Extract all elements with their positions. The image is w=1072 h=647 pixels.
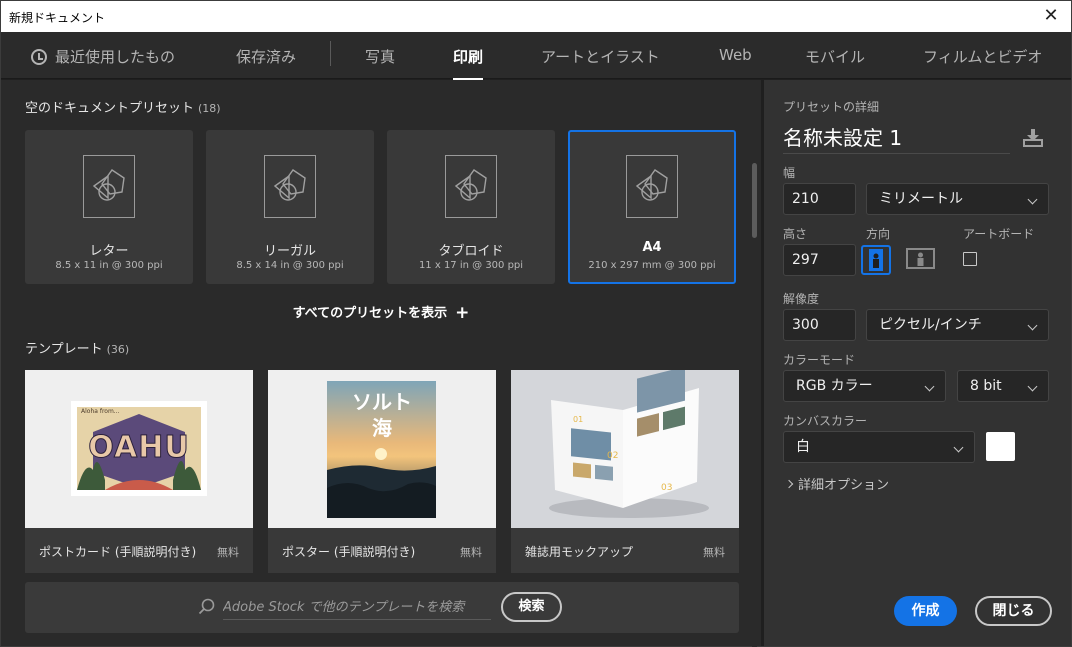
resolution-label: 解像度 <box>783 292 820 306</box>
width-label: 幅 <box>783 166 796 180</box>
portrait-orientation-button[interactable] <box>861 245 891 275</box>
stock-search-bar: 検索 <box>25 582 739 633</box>
postcard-title-text: OAHU <box>88 430 190 466</box>
canvas-color-select[interactable]: 白 <box>783 431 975 463</box>
resolution-input[interactable]: 300 <box>783 309 856 341</box>
template-thumbnail: 02 03 01 <box>511 370 739 528</box>
height-input[interactable]: 297 <box>783 244 856 276</box>
magazine-image: 02 03 01 <box>511 370 739 528</box>
artboard-checkbox[interactable] <box>963 252 977 266</box>
document-icon <box>83 155 135 218</box>
width-unit-select[interactable]: ミリメートル <box>866 183 1049 215</box>
svg-text:01: 01 <box>573 415 583 424</box>
preset-tabloid[interactable]: タブロイド 11 x 17 in @ 300 ppi <box>387 130 555 284</box>
tab-recent[interactable]: 最近使用したもの <box>31 46 175 67</box>
poster-title-text: ソルト <box>352 390 412 414</box>
document-icon <box>626 155 678 218</box>
svg-text:02: 02 <box>607 451 618 461</box>
document-name-field[interactable]: 名称未設定 1 <box>783 122 1010 154</box>
stock-search-input[interactable] <box>223 596 491 620</box>
preset-details-header: プリセットの詳細 <box>783 100 880 114</box>
presets-section-title: 空のドキュメントプリセット (18) <box>25 101 221 116</box>
artboard-label: アートボード <box>963 227 1035 241</box>
svg-text:03: 03 <box>661 483 672 493</box>
tab-web[interactable]: Web <box>719 46 752 64</box>
free-badge: 無料 <box>460 546 482 559</box>
bit-depth-select[interactable]: 8 bit <box>957 370 1049 402</box>
free-badge: 無料 <box>703 546 725 559</box>
chevron-down-icon <box>1027 381 1038 392</box>
template-thumbnail: ソルト 海 <box>268 370 496 528</box>
new-document-dialog: 新規ドキュメント ✕ 最近使用したもの 保存済み 写真 印刷 アートとイラスト … <box>0 0 1072 647</box>
canvas-color-swatch[interactable] <box>986 432 1015 461</box>
close-button[interactable]: 閉じる <box>975 596 1052 626</box>
color-mode-select[interactable]: RGB カラー <box>783 370 946 402</box>
poster-subtitle-text: 海 <box>372 416 392 440</box>
main-content: 空のドキュメントプリセット (18) レター 8.5 x 11 in @ 300 … <box>1 80 761 647</box>
canvas-color-label: カンバスカラー <box>783 414 868 428</box>
orientation-label: 方向 <box>866 227 891 241</box>
height-label: 高さ <box>783 227 808 241</box>
template-magazine-mockup[interactable]: 02 03 01 雑誌用モックアップ 無料 <box>511 370 739 573</box>
tab-print[interactable]: 印刷 <box>453 46 484 81</box>
free-badge: 無料 <box>217 546 239 559</box>
template-thumbnail: Aloha from... OAHU <box>25 370 253 528</box>
chevron-down-icon <box>1027 194 1038 205</box>
templates-section-title: テンプレート (36) <box>25 342 130 357</box>
portrait-icon <box>869 249 883 271</box>
category-tabs: 最近使用したもの 保存済み 写真 印刷 アートとイラスト Web モバイル フィ… <box>1 32 1071 81</box>
clock-icon <box>31 49 47 65</box>
template-poster[interactable]: ソルト 海 ポスター (手順説明付き) 無料 <box>268 370 496 573</box>
advanced-options-toggle[interactable]: 詳細オプション <box>784 474 889 493</box>
landscape-icon <box>906 248 935 269</box>
template-postcard[interactable]: Aloha from... OAHU ポストカード (手順説明付き) 無料 <box>25 370 253 573</box>
tab-saved[interactable]: 保存済み <box>236 46 296 67</box>
show-all-presets-button[interactable]: すべてのプリセットを表示 + <box>1 302 761 323</box>
window-title: 新規ドキュメント <box>9 11 106 25</box>
resolution-unit-select[interactable]: ピクセル/インチ <box>866 309 1049 341</box>
create-button[interactable]: 作成 <box>894 596 957 626</box>
document-icon <box>445 155 497 218</box>
tab-film-video[interactable]: フィルムとビデオ <box>923 46 1042 67</box>
color-mode-label: カラーモード <box>783 353 856 367</box>
scrollbar[interactable] <box>752 163 757 647</box>
chevron-down-icon <box>1027 320 1038 331</box>
document-icon <box>264 155 316 218</box>
tab-photo[interactable]: 写真 <box>365 46 395 67</box>
search-button[interactable]: 検索 <box>501 592 562 622</box>
width-input[interactable]: 210 <box>783 183 856 215</box>
close-icon[interactable]: ✕ <box>1041 5 1061 26</box>
landscape-orientation-button[interactable] <box>906 245 936 275</box>
search-icon <box>198 598 215 615</box>
chevron-down-icon <box>924 381 935 392</box>
chevron-down-icon <box>953 442 964 453</box>
plus-icon: + <box>455 303 470 323</box>
tab-mobile[interactable]: モバイル <box>805 46 865 67</box>
tab-divider <box>330 41 331 66</box>
preset-details-panel: プリセットの詳細 名称未設定 1 幅 210 ミリメートル 高さ 方向 アートボ… <box>764 80 1071 646</box>
scrollbar-thumb[interactable] <box>752 163 757 238</box>
postcard-small-text: Aloha from... <box>81 408 120 415</box>
preset-a4[interactable]: A4 210 x 297 mm @ 300 ppi <box>568 130 736 284</box>
title-bar: 新規ドキュメント ✕ <box>1 1 1071 32</box>
chevron-right-icon <box>784 479 794 489</box>
preset-letter[interactable]: レター 8.5 x 11 in @ 300 ppi <box>25 130 193 284</box>
preset-legal[interactable]: リーガル 8.5 x 14 in @ 300 ppi <box>206 130 374 284</box>
save-preset-icon[interactable] <box>1022 128 1044 148</box>
tab-art-illustration[interactable]: アートとイラスト <box>541 46 660 67</box>
